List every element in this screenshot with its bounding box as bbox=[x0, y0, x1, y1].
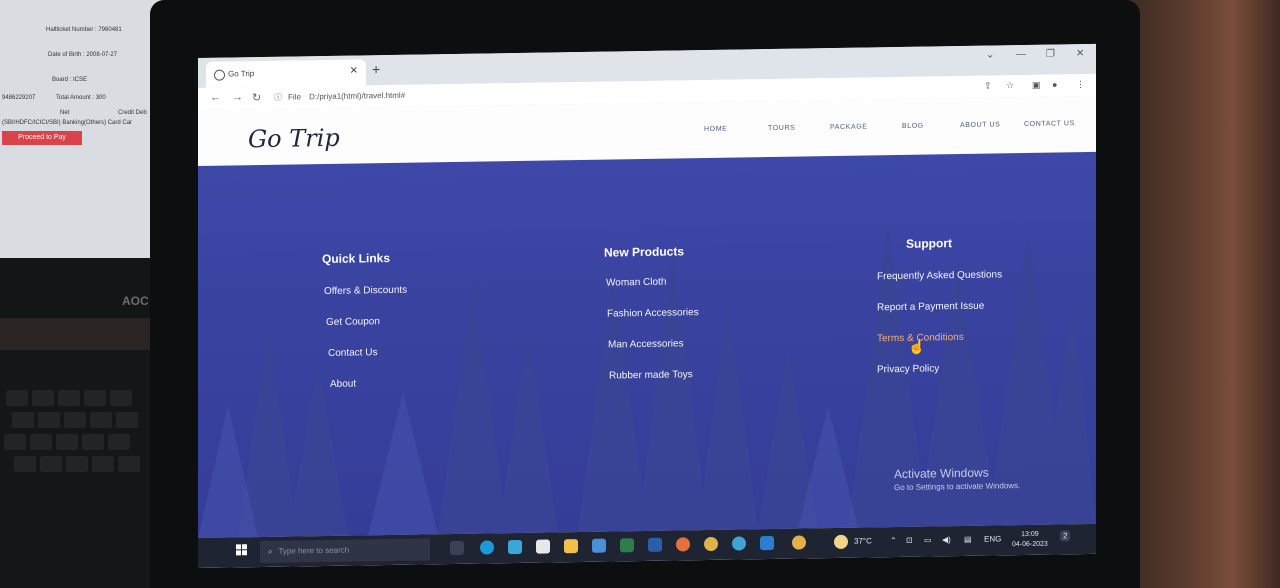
link-woman-cloth[interactable]: Woman Cloth bbox=[606, 277, 666, 289]
firefox-icon[interactable] bbox=[676, 537, 690, 552]
site-footer: Quick Links Offers & Discounts Get Coupo… bbox=[198, 151, 1096, 539]
profile-icon[interactable]: ● bbox=[1052, 79, 1057, 89]
close-window-icon[interactable]: ✕ bbox=[1076, 48, 1084, 59]
nav-blog[interactable]: BLOG bbox=[902, 123, 924, 130]
link-get-coupon[interactable]: Get Coupon bbox=[326, 316, 380, 328]
clock-date: 04-06-2023 bbox=[1012, 540, 1048, 549]
bg-dob-text: Date of Birth : 2008-07-27 bbox=[48, 52, 118, 58]
link-report-payment-issue[interactable]: Report a Payment Issue bbox=[877, 301, 984, 314]
info-icon[interactable]: ⓘ bbox=[274, 90, 282, 106]
background-wall bbox=[1120, 0, 1280, 588]
link-contact-us[interactable]: Contact Us bbox=[328, 347, 377, 359]
bg-credit-text: Credit Deb bbox=[118, 110, 147, 116]
vscode-icon[interactable] bbox=[760, 535, 774, 551]
mail-icon[interactable] bbox=[536, 539, 550, 554]
bookmark-star-icon[interactable]: ☆ bbox=[1006, 80, 1014, 91]
link-fashion-accessories[interactable]: Fashion Accessories bbox=[607, 307, 699, 319]
nav-tours[interactable]: TOURS bbox=[768, 125, 795, 132]
tab-search-icon[interactable]: ⌄ bbox=[986, 49, 994, 60]
link-man-accessories[interactable]: Man Accessories bbox=[608, 338, 684, 350]
language-indicator[interactable]: ENG bbox=[984, 534, 1001, 543]
monitor-brand: AOC bbox=[122, 294, 149, 308]
edge-icon[interactable] bbox=[480, 540, 494, 555]
site-logo[interactable]: Go Trip bbox=[248, 124, 340, 153]
close-tab-icon[interactable]: ✕ bbox=[350, 65, 358, 76]
link-offers-discounts[interactable]: Offers & Discounts bbox=[324, 285, 407, 297]
reload-icon[interactable]: ↻ bbox=[252, 91, 261, 104]
volume-icon[interactable]: ◀) bbox=[942, 535, 951, 544]
network-icon[interactable]: ⊡ bbox=[906, 536, 913, 545]
globe-icon bbox=[214, 69, 225, 81]
bg-net-text: Net bbox=[60, 110, 70, 116]
bg-hallticket-text: Hallticket Number : 7960481 bbox=[46, 27, 122, 33]
bg-number-text: 9486229207 bbox=[2, 95, 36, 101]
back-icon[interactable]: ← bbox=[210, 92, 221, 104]
url-text: D:/priya1(html)/travel.html# bbox=[309, 90, 406, 102]
quick-links-title: Quick Links bbox=[322, 250, 391, 267]
chrome-icon[interactable] bbox=[704, 536, 718, 552]
taskbar-search-placeholder: Type here to search bbox=[278, 545, 350, 556]
bg-banking-text: (SBI/HDFC/ICICI/SBI) Banking(Others) Car… bbox=[2, 120, 133, 126]
new-tab-icon[interactable]: + bbox=[372, 61, 380, 77]
tab-title: Go Trip bbox=[228, 69, 255, 79]
battery-icon[interactable]: ▭ bbox=[924, 535, 932, 544]
hand-cursor-icon: ☝ bbox=[908, 338, 926, 355]
link-rubber-made-toys[interactable]: Rubber made Toys bbox=[609, 369, 693, 381]
minimize-icon[interactable]: — bbox=[1016, 49, 1026, 60]
laptop-screen: Go Trip ✕ + ⌄ — ❐ ✕ ← → ↻ ⓘ File D:/priya… bbox=[198, 43, 1096, 569]
proceed-to-pay-button: Proceed to Pay bbox=[2, 131, 82, 145]
task-view-icon[interactable] bbox=[450, 540, 464, 556]
forward-icon[interactable]: → bbox=[232, 91, 243, 103]
maximize-icon[interactable]: ❐ bbox=[1046, 49, 1055, 60]
clock-time: 13:09 bbox=[1021, 530, 1039, 539]
excel-icon[interactable] bbox=[620, 538, 634, 553]
activate-windows-title: Activate Windows bbox=[894, 465, 989, 482]
search-icon: ⌕ bbox=[268, 546, 273, 556]
notification-badge[interactable]: 2 bbox=[1060, 530, 1071, 542]
tray-chevron-icon[interactable]: ⌃ bbox=[890, 536, 897, 545]
taskbar-clock[interactable]: 13:09 04-06-2023 bbox=[1012, 530, 1048, 551]
link-faq[interactable]: Frequently Asked Questions bbox=[877, 269, 1002, 282]
nav-package[interactable]: PACKAGE bbox=[830, 123, 868, 131]
photos-icon[interactable] bbox=[508, 539, 522, 555]
word-icon[interactable] bbox=[648, 537, 662, 552]
activate-windows-watermark: Activate Windows Go to Settings to activ… bbox=[894, 465, 1020, 492]
weather-icon bbox=[834, 534, 848, 550]
windows-start-icon[interactable] bbox=[236, 544, 248, 556]
share-icon[interactable]: ⇪ bbox=[984, 81, 992, 92]
bg-total-text: Total Amount : 300 bbox=[56, 95, 106, 101]
side-panel-icon[interactable]: ▣ bbox=[1032, 80, 1041, 91]
url-scheme: File bbox=[288, 92, 301, 102]
link-about[interactable]: About bbox=[330, 379, 356, 390]
new-products-title: New Products bbox=[604, 244, 685, 260]
menu-kebab-icon[interactable]: ⋮ bbox=[1076, 79, 1085, 90]
nav-contact-us[interactable]: CONTACT US bbox=[1024, 120, 1075, 128]
keyboard-icon[interactable]: ▤ bbox=[964, 535, 972, 544]
chrome-alt-icon[interactable] bbox=[732, 536, 746, 551]
store-icon[interactable] bbox=[592, 538, 606, 553]
chrome-active-icon[interactable] bbox=[792, 535, 806, 550]
link-privacy-policy[interactable]: Privacy Policy bbox=[877, 363, 939, 375]
nav-about-us[interactable]: ABOUT US bbox=[960, 121, 1000, 129]
taskbar-search[interactable]: ⌕ Type here to search bbox=[260, 538, 430, 564]
file-explorer-icon[interactable] bbox=[564, 539, 578, 554]
temperature[interactable]: 37°C bbox=[854, 536, 872, 545]
bg-board-text: Board : ICSE bbox=[52, 77, 88, 83]
support-title: Support bbox=[906, 236, 952, 251]
nav-home[interactable]: HOME bbox=[704, 126, 727, 133]
browser-tab[interactable]: Go Trip ✕ bbox=[206, 59, 366, 88]
